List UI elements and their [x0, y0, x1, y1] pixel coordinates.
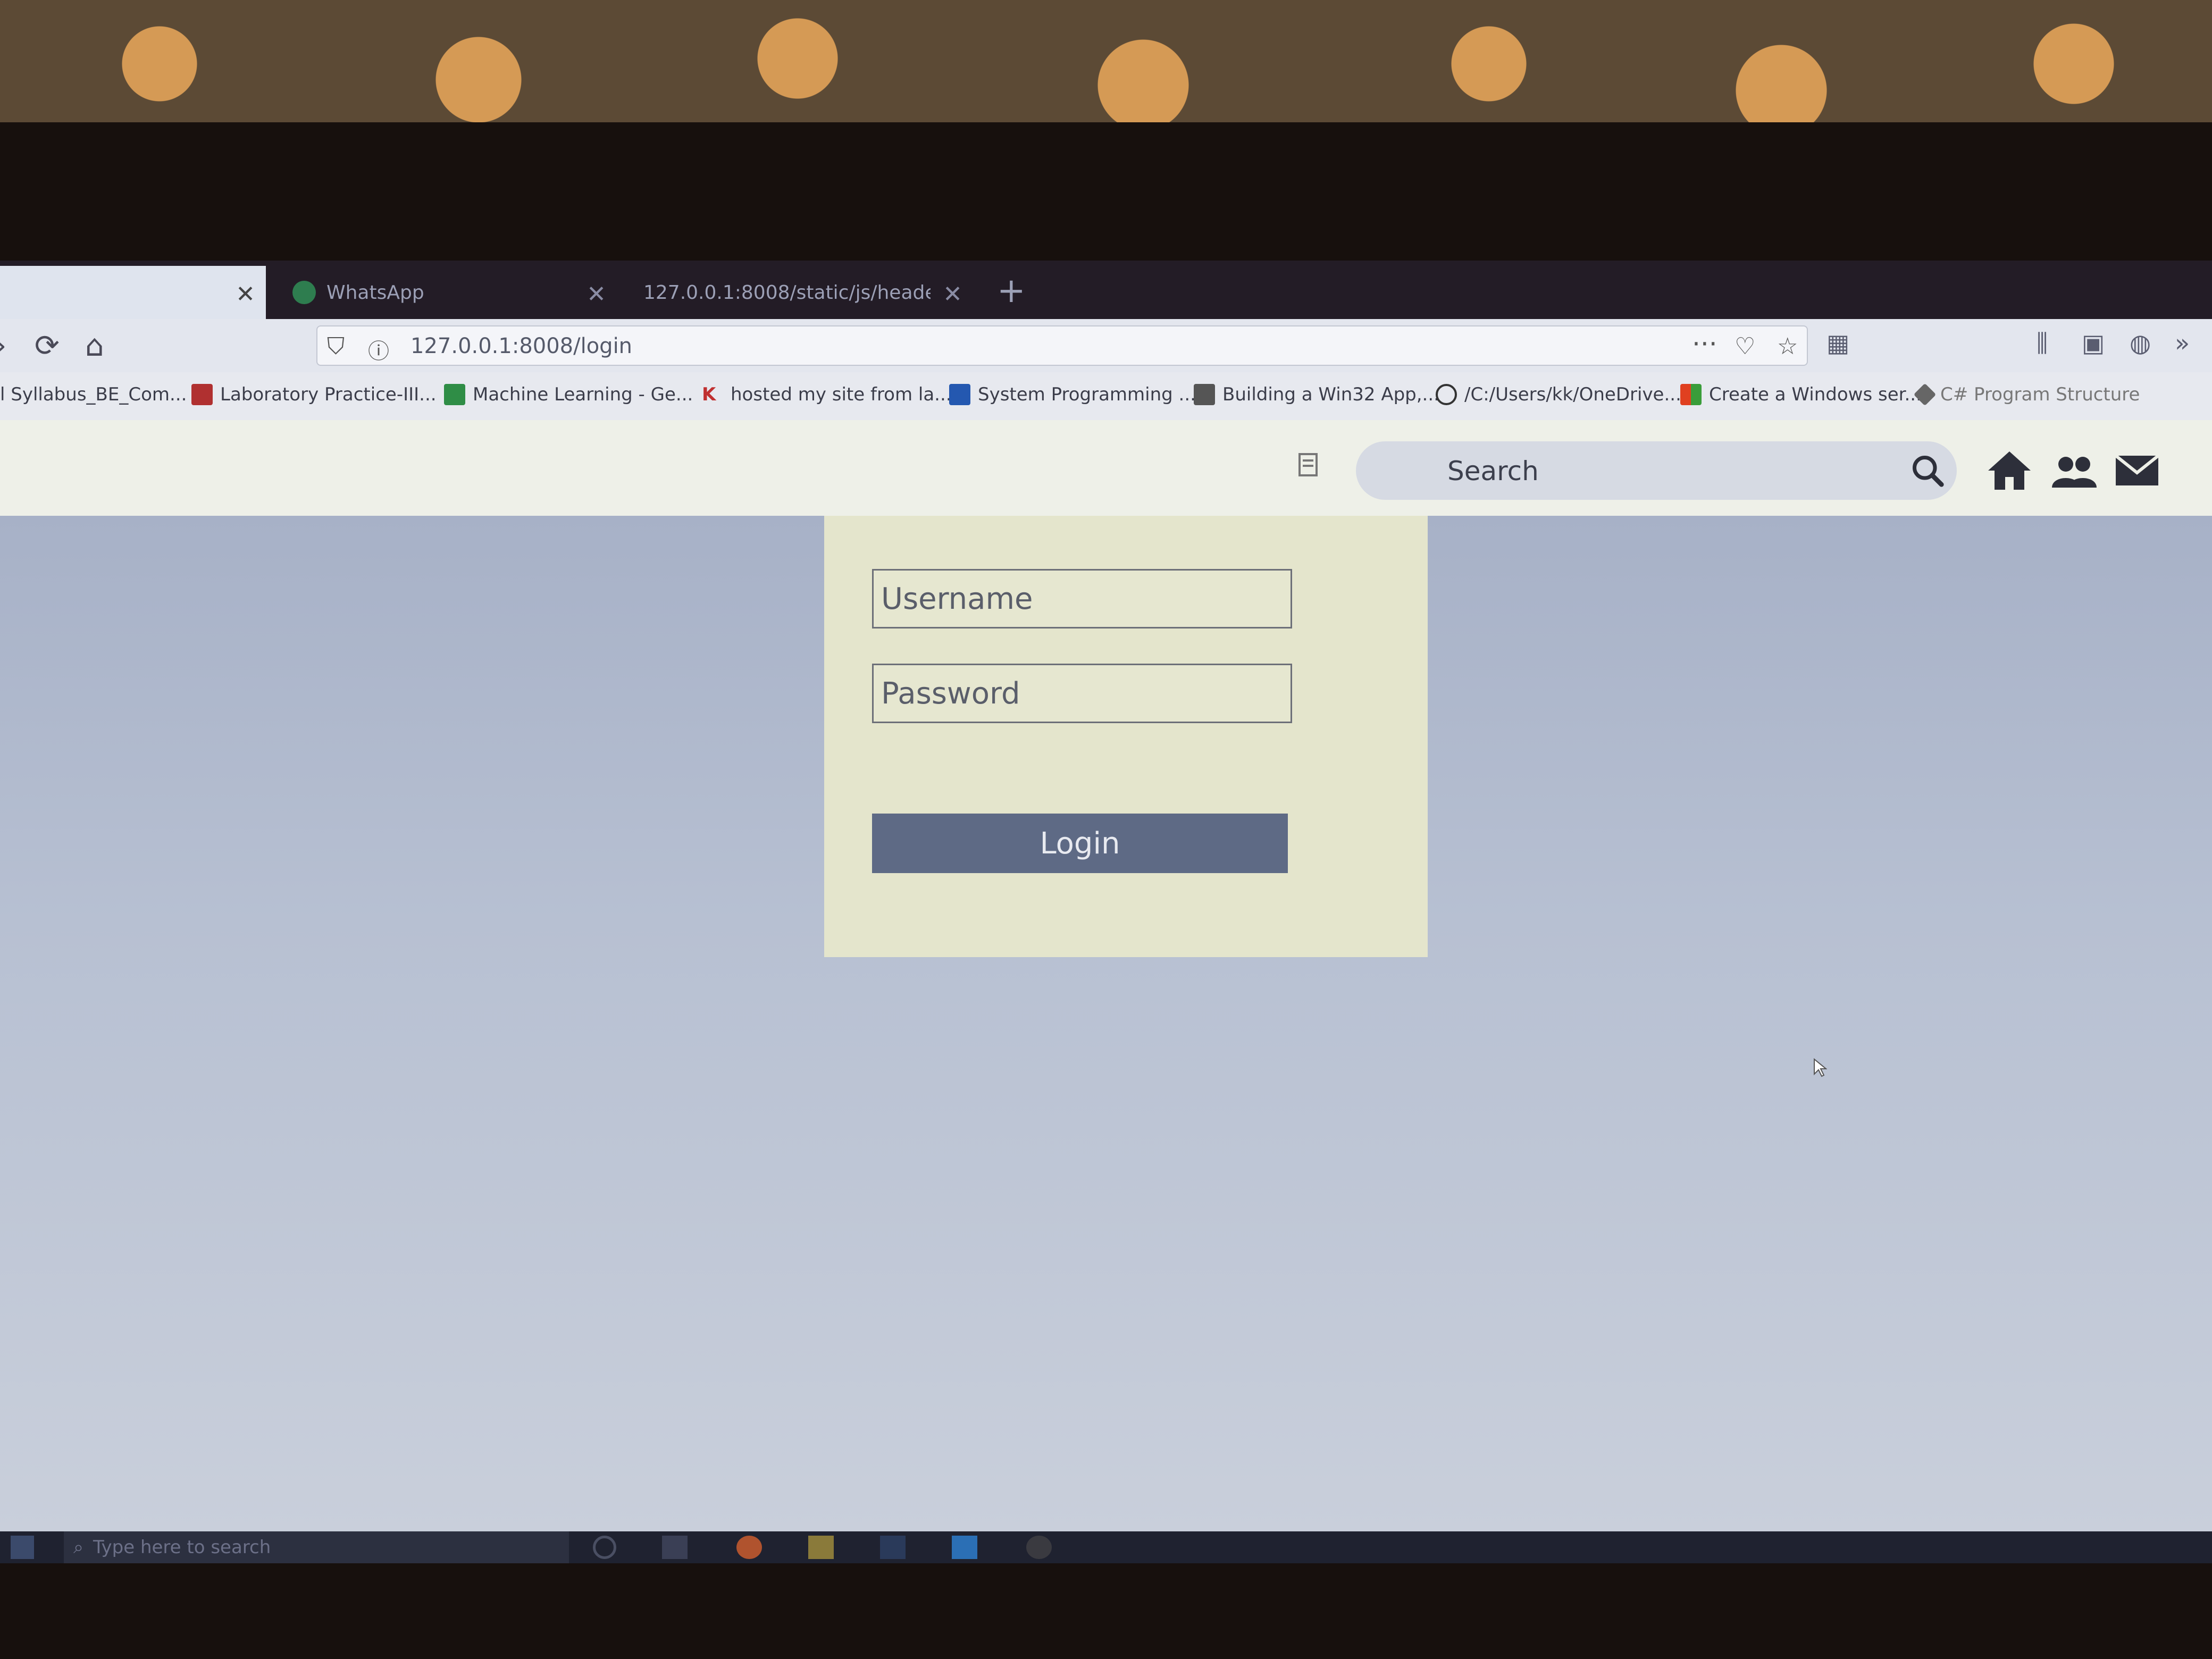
home-icon[interactable]: [1986, 449, 2034, 492]
star-icon[interactable]: ☆: [1777, 333, 1798, 360]
search-icon[interactable]: [1909, 452, 1946, 489]
mail-icon[interactable]: [2114, 449, 2161, 492]
globe-icon: [1436, 384, 1457, 405]
document-icon: [1298, 453, 1318, 476]
shield-icon[interactable]: ⛉: [327, 333, 345, 360]
site-header: [0, 420, 2212, 516]
taskbar-search[interactable]: ⌕ Type here to search: [64, 1531, 569, 1563]
close-icon[interactable]: ✕: [943, 281, 962, 308]
overflow-icon[interactable]: »: [2175, 329, 2190, 357]
login-card: Login: [824, 516, 1428, 957]
bookmark-label: C# Program Structure: [1940, 384, 2140, 405]
tab-label: WhatsApp: [326, 281, 424, 304]
bookmark-label: Laboratory Practice-III...: [220, 384, 437, 405]
diamond-icon: [1913, 383, 1937, 406]
start-icon[interactable]: [11, 1536, 34, 1559]
cortana-icon[interactable]: [593, 1536, 616, 1559]
vscode-icon[interactable]: [952, 1536, 977, 1559]
url-text[interactable]: 127.0.0.1:8008/login: [410, 334, 632, 358]
login-button[interactable]: Login: [872, 814, 1288, 873]
more-icon[interactable]: ···: [1692, 329, 1717, 359]
pp-icon: [949, 384, 970, 405]
windows-icon: [1680, 384, 1702, 405]
screen: ✕ WhatsApp ✕ 127.0.0.1:8008/static/js/he…: [0, 261, 2212, 1563]
username-field[interactable]: [872, 569, 1292, 629]
bookmark-label: Building a Win32 App,...: [1222, 384, 1439, 405]
bookmark-label: /C:/Users/kk/OneDrive...: [1464, 384, 1681, 405]
bookmark-label: l Syllabus_BE_Com...: [0, 384, 187, 405]
whatsapp-icon: [292, 281, 316, 304]
close-icon[interactable]: ✕: [236, 281, 255, 308]
bookmark-label: hosted my site from la...: [731, 384, 952, 405]
library-icon[interactable]: ⫼: [2037, 329, 2048, 358]
book-icon: [191, 384, 213, 405]
site-search-box[interactable]: [1356, 441, 1957, 500]
firefox-icon[interactable]: [736, 1536, 762, 1559]
info-icon[interactable]: ⓘ: [368, 334, 389, 365]
navigation-toolbar: › ⟳ ⌂ ⛉ ⓘ 127.0.0.1:8008/login ··· ♡ ☆ ▦…: [0, 319, 2212, 372]
bookmark-hosted-site[interactable]: K hosted my site from la...: [702, 384, 952, 405]
bookmark-syllabus[interactable]: l Syllabus_BE_Com...: [0, 384, 187, 405]
tab-label: 127.0.0.1:8008/static/js/header_m: [643, 281, 931, 304]
search-icon: ⌕: [73, 1537, 84, 1558]
account-icon[interactable]: ◍: [2130, 329, 2151, 357]
bookmark-label: Machine Learning - Ge...: [473, 384, 693, 405]
tab-header-js[interactable]: 127.0.0.1:8008/static/js/header_m ✕: [627, 266, 973, 319]
bookmark-windows-service[interactable]: Create a Windows ser...: [1680, 384, 1922, 405]
pocket-icon[interactable]: ♡: [1735, 333, 1755, 360]
gfg-icon: [444, 384, 465, 405]
bookmark-csharp[interactable]: C# Program Structure: [1913, 383, 2140, 406]
address-bar[interactable]: ⛉ ⓘ 127.0.0.1:8008/login ··· ♡ ☆: [316, 325, 1808, 366]
file-explorer-icon[interactable]: [808, 1536, 834, 1559]
tab-strip: ✕ WhatsApp ✕ 127.0.0.1:8008/static/js/he…: [0, 261, 2212, 319]
grid-icon[interactable]: ▦: [1826, 329, 1849, 357]
bookmark-label: Create a Windows ser...: [1709, 384, 1922, 405]
main-content: Login: [0, 516, 2212, 1531]
sidebar-icon[interactable]: ▣: [2082, 329, 2105, 357]
taskbar-search-placeholder: Type here to search: [93, 1537, 271, 1558]
password-field[interactable]: [872, 664, 1292, 723]
app-icon[interactable]: [1026, 1536, 1052, 1559]
bookmarks-bar: l Syllabus_BE_Com... Laboratory Practice…: [0, 372, 2212, 421]
bookmark-system-programming[interactable]: System Programming ...: [949, 384, 1196, 405]
bookmark-machine-learning[interactable]: Machine Learning - Ge...: [444, 384, 693, 405]
forward-icon[interactable]: ›: [0, 329, 6, 363]
close-icon[interactable]: ✕: [586, 281, 606, 308]
tab-current[interactable]: ✕: [0, 266, 266, 319]
search-input[interactable]: [1446, 452, 1874, 490]
bookmark-win32[interactable]: Building a Win32 App,...: [1194, 384, 1439, 405]
reload-icon[interactable]: ⟳: [35, 329, 60, 363]
taskbar: ⌕ Type here to search: [0, 1531, 2212, 1563]
bookmark-label: System Programming ...: [978, 384, 1196, 405]
new-tab-icon[interactable]: +: [997, 271, 1026, 311]
bookmark-laboratory[interactable]: Laboratory Practice-III...: [191, 384, 437, 405]
task-view-icon[interactable]: [662, 1536, 688, 1559]
window-icon: [1194, 384, 1215, 405]
terminal-icon[interactable]: [880, 1536, 906, 1559]
home-icon[interactable]: ⌂: [85, 329, 104, 363]
k-icon: K: [702, 384, 716, 405]
mouse-cursor-icon: [1814, 1058, 1827, 1077]
users-icon[interactable]: [2050, 449, 2098, 492]
tab-whatsapp[interactable]: WhatsApp ✕: [276, 266, 617, 319]
bookmark-onedrive[interactable]: /C:/Users/kk/OneDrive...: [1436, 384, 1681, 405]
